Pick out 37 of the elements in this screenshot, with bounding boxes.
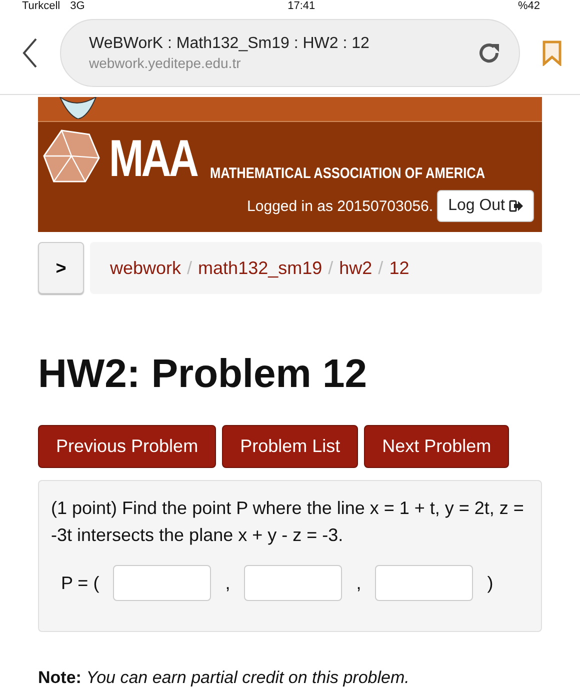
back-icon[interactable] xyxy=(22,38,38,68)
answer-field[interactable] xyxy=(244,565,342,601)
polyhedron-logo-icon xyxy=(42,128,101,184)
problem-title: HW2: Problem 12 xyxy=(38,352,368,397)
breadcrumb-link[interactable]: math132_sm19 xyxy=(198,258,322,278)
closing-paren: ) xyxy=(487,572,494,595)
address-bar[interactable]: WeBWorK : Math132_Sm19 : HW2 : 12 webwork.yeditepe.edu.tr xyxy=(60,19,520,87)
answer-label: P = ( xyxy=(61,572,100,595)
bookmark-icon[interactable] xyxy=(542,40,562,66)
answer-field[interactable] xyxy=(375,565,474,601)
problem-statement: (1 point) Find the point P where the line x = 1 + t, y = 2t, z = -3t intersects the plane x + y - z = -3. xyxy=(51,497,525,547)
note-text: Note: You can earn partial credit on this problem. xyxy=(38,668,410,688)
logout-icon xyxy=(509,200,523,212)
url-text: webwork.yeditepe.edu.tr xyxy=(89,55,242,71)
network-text: 3G xyxy=(70,1,85,12)
comma-text: , xyxy=(356,572,362,594)
breadcrumb-link[interactable]: 12 xyxy=(389,258,410,278)
breadcrumb-link[interactable]: webwork xyxy=(110,258,182,278)
logout-button[interactable]: Log Out xyxy=(437,190,534,222)
battery-text: %42 xyxy=(518,1,540,12)
expand-button[interactable]: > xyxy=(38,242,84,294)
reload-icon[interactable] xyxy=(477,41,501,65)
nav-button[interactable]: Previous Problem xyxy=(38,425,216,468)
login-status: Logged in as 20150703056. xyxy=(247,198,434,214)
breadcrumb-separator: / xyxy=(378,258,384,278)
logo-text: MAA xyxy=(108,134,197,184)
clock-text: 17:41 xyxy=(288,1,316,12)
carrier-text: Turkcell xyxy=(22,1,60,12)
organization-name: MATHEMATICAL ASSOCIATION OF AMERICA xyxy=(210,165,486,182)
breadcrumb-separator: / xyxy=(328,258,334,278)
answer-field[interactable] xyxy=(113,565,212,601)
nav-button[interactable]: Problem List xyxy=(222,425,358,468)
page-title: WeBWorK : Math132_Sm19 : HW2 : 12 xyxy=(89,35,370,53)
breadcrumb-link[interactable]: hw2 xyxy=(339,258,372,278)
breadcrumb-separator: / xyxy=(187,258,192,278)
nav-button[interactable]: Next Problem xyxy=(364,425,510,468)
comma-text: , xyxy=(225,572,230,594)
